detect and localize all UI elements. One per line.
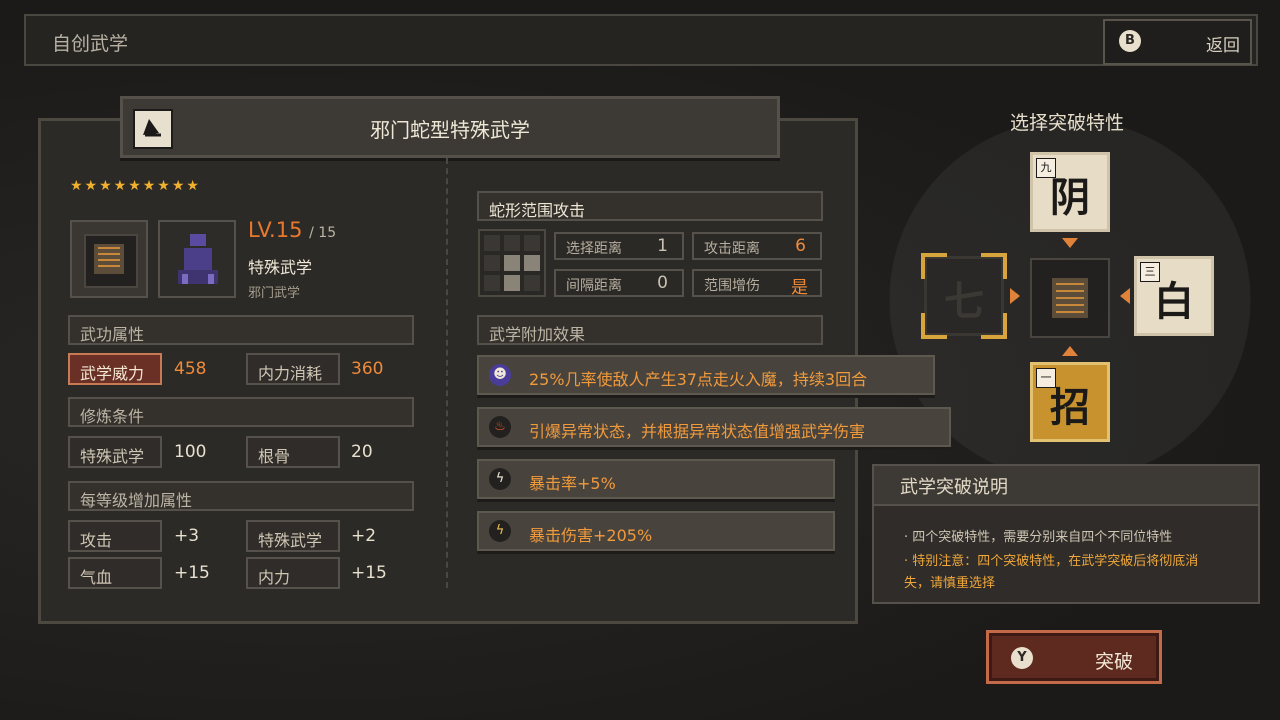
aoe-bonus-value: 是 (791, 278, 808, 298)
effect-text: 25%几率使敌人产生37点走火入魔，持续3回合 (529, 370, 868, 389)
per-level-header: 每等级增加属性 (68, 481, 414, 511)
breakthrough-label: 突破 (1095, 651, 1134, 673)
range-header: 蛇形范围攻击 (477, 191, 823, 221)
trait-char-bottom: 招 (1050, 384, 1090, 431)
fire-icon: ♨ (489, 416, 511, 438)
effect-text: 暴击伤害+205% (529, 526, 653, 545)
breakthrough-description: 武学突破说明 · 四个突破特性，需要分别来自四个不同位特性 · 特别注意：四个突… (872, 464, 1260, 604)
center-scroll-slot (1030, 258, 1110, 338)
per-level-label: 特殊武学 (246, 520, 340, 552)
trait-card-top[interactable]: 九 阴 (1030, 152, 1110, 232)
per-level-value: +3 (174, 526, 200, 546)
effect-text: 引爆异常状态，并根据异常状态值增强武学伤害 (529, 422, 866, 441)
arrow-up-icon (1062, 346, 1078, 356)
gap-distance-value: 0 (657, 273, 668, 293)
character-slot[interactable] (158, 220, 236, 298)
per-level-label: 内力 (246, 557, 340, 589)
page-title: 自创武学 (52, 33, 129, 55)
effect-item[interactable]: ϟ 暴击伤害+205% (477, 511, 835, 551)
per-level-value: +2 (351, 526, 377, 546)
attributes-header: 武功属性 (68, 315, 414, 345)
trait-card-bottom[interactable]: 一 招 (1030, 362, 1110, 442)
trait-card-left[interactable]: 七 (921, 253, 1007, 339)
per-level-value: +15 (174, 563, 210, 583)
back-button[interactable]: B 返回 (1103, 19, 1252, 65)
scroll-icon (1052, 278, 1088, 318)
arrow-right-icon (1010, 288, 1020, 304)
selection-corner (981, 253, 1007, 279)
lightning-icon: ϟ (489, 468, 511, 490)
scroll-slot[interactable] (70, 220, 148, 298)
trait-char-right: 白 (1154, 278, 1194, 325)
mp-value: 360 (351, 359, 384, 379)
selection-corner (921, 253, 947, 279)
desc-title: 武学突破说明 (900, 477, 1008, 498)
gap-distance-label: 间隔距离 (566, 278, 622, 294)
aoe-bonus: 范围增伤 是 (692, 269, 822, 298)
desc-line-warning: 失，请慎重选择 (904, 576, 996, 591)
top-bar: 自创武学 B 返回 (24, 14, 1258, 66)
attack-distance-value: 6 (795, 236, 806, 256)
select-distance: 选择距离 1 (554, 232, 684, 260)
effect-text: 暴击率+5% (529, 474, 616, 493)
demon-icon: ☻ (489, 364, 511, 386)
select-distance-label: 选择距离 (566, 241, 622, 257)
star-rating: ★★★★★★★★★ (70, 178, 201, 194)
desc-header: 武学突破说明 (874, 466, 1258, 506)
mp-label: 内力消耗 (246, 353, 340, 385)
arrow-down-icon (1062, 238, 1078, 248)
select-distance-value: 1 (657, 236, 668, 256)
selection-corner (921, 313, 947, 339)
skill-banner: 邪门蛇型特殊武学 (120, 96, 780, 158)
y-key-icon: Y (1011, 647, 1033, 669)
attack-distance-label: 攻击距离 (704, 241, 760, 257)
b-key-icon: B (1119, 30, 1141, 52)
level-max: / 15 (309, 225, 337, 241)
aoe-bonus-label: 范围增伤 (704, 278, 760, 294)
skill-type: 特殊武学 (248, 258, 313, 277)
trait-card-right[interactable]: 三 白 (1134, 256, 1214, 336)
scroll-icon (84, 234, 138, 288)
lightning-icon: ϟ (489, 520, 511, 542)
req1-value: 100 (174, 442, 207, 462)
effect-item[interactable]: ♨ 引爆异常状态，并根据异常状态值增强武学伤害 (477, 407, 951, 447)
trait-char-top: 阴 (1050, 174, 1090, 221)
panel-divider (446, 158, 448, 588)
desc-line: · 四个突破特性，需要分别来自四个不同位特性 (904, 530, 1173, 545)
req1-label: 特殊武学 (68, 436, 162, 468)
effects-header: 武学附加效果 (477, 315, 823, 345)
effect-item[interactable]: ϟ 暴击率+5% (477, 459, 835, 499)
per-level-value: +15 (351, 563, 387, 583)
effect-item[interactable]: ☻ 25%几率使敌人产生37点走火入魔，持续3回合 (477, 355, 935, 395)
gap-distance: 间隔距离 0 (554, 269, 684, 297)
range-grid-icon (478, 229, 546, 297)
per-level-label: 气血 (68, 557, 162, 589)
breakthrough-button[interactable]: Y 突破 (986, 630, 1162, 684)
desc-line-warning: · 特别注意：四个突破特性，在武学突破后将彻底消 (904, 554, 1199, 569)
level-display: LV.15 / 15 (248, 218, 336, 242)
skill-name: 邪门蛇型特殊武学 (370, 118, 530, 142)
back-label: 返回 (1206, 36, 1240, 56)
power-label: 武学威力 (68, 353, 162, 385)
per-level-label: 攻击 (68, 520, 162, 552)
level-value: LV.15 (248, 218, 303, 242)
req2-label: 根骨 (246, 436, 340, 468)
breakthrough-title: 选择突破特性 (1010, 112, 1125, 134)
requirements-header: 修炼条件 (68, 397, 414, 427)
selection-corner (981, 313, 1007, 339)
character-icon (178, 234, 218, 284)
req2-value: 20 (351, 442, 373, 462)
skill-subtype: 邪门武学 (248, 286, 301, 301)
arrow-left-icon (1120, 288, 1130, 304)
power-value: 458 (174, 359, 207, 379)
attack-distance: 攻击距离 6 (692, 232, 822, 260)
